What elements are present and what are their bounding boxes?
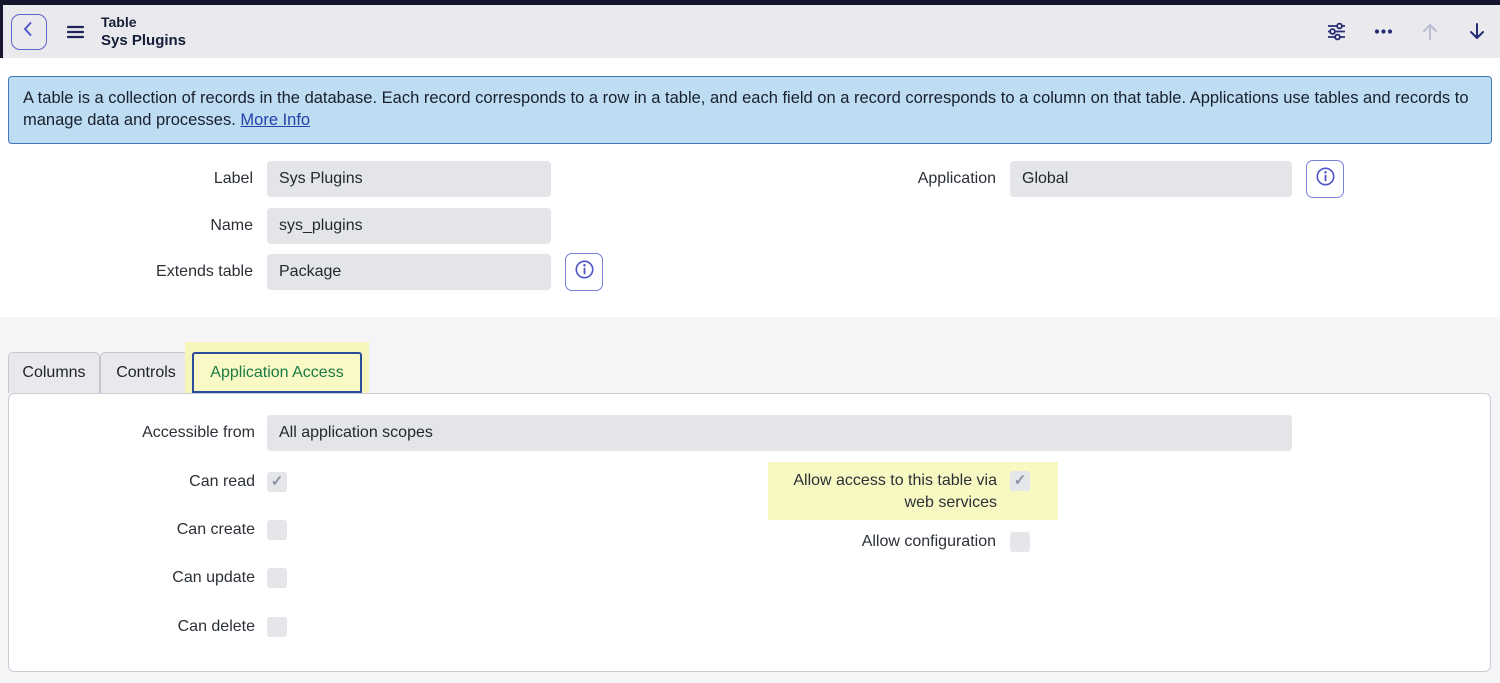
web-services-label: Allow access to this table via web servi… <box>768 470 997 514</box>
allow-configuration-checkbox[interactable]: ✓ <box>1010 532 1030 552</box>
filter-settings-icon[interactable] <box>1325 21 1347 43</box>
accessible-from-field[interactable]: All application scopes <box>267 415 1292 451</box>
allow-configuration-label: Allow configuration <box>709 532 996 552</box>
can-delete-label: Can delete <box>9 617 255 637</box>
arrow-up-icon[interactable] <box>1419 21 1441 43</box>
info-icon <box>1315 166 1336 192</box>
can-create-checkbox[interactable]: ✓ <box>267 520 287 540</box>
info-banner: A table is a collection of records in th… <box>8 76 1492 144</box>
record-type-label: Table <box>101 14 186 31</box>
can-update-label: Can update <box>9 568 255 588</box>
application-field-label: Application <box>743 161 996 197</box>
more-info-link[interactable]: More Info <box>240 111 310 129</box>
label-field[interactable]: Sys Plugins <box>267 161 551 197</box>
form-section: A table is a collection of records in th… <box>0 58 1500 317</box>
application-info-button[interactable] <box>1306 160 1344 198</box>
record-name-label: Sys Plugins <box>101 31 186 50</box>
web-services-highlight: Allow access to this table via web servi… <box>768 462 1058 520</box>
tab-highlight-halo: Application Access <box>185 342 369 393</box>
accessible-from-label: Accessible from <box>9 415 255 451</box>
menu-icon[interactable] <box>65 22 85 42</box>
check-icon: ✓ <box>271 472 284 492</box>
can-create-label: Can create <box>9 520 255 540</box>
tab-section: Columns Controls Application Access Acce… <box>0 317 1500 683</box>
extends-table-info-button[interactable] <box>565 253 603 291</box>
can-read-label: Can read <box>9 472 255 492</box>
application-field[interactable]: Global <box>1010 161 1292 197</box>
label-field-label: Label <box>0 161 253 197</box>
can-update-checkbox[interactable]: ✓ <box>267 568 287 588</box>
info-icon <box>574 259 595 285</box>
name-field-label: Name <box>0 208 253 244</box>
tab-controls[interactable]: Controls <box>100 352 192 393</box>
more-actions-icon[interactable] <box>1372 21 1394 43</box>
back-button[interactable] <box>11 14 47 50</box>
application-access-panel: Accessible from All application scopes C… <box>8 393 1491 672</box>
arrow-down-icon[interactable] <box>1466 21 1488 43</box>
extends-table-field[interactable]: Package <box>267 254 551 290</box>
web-services-checkbox[interactable]: ✓ <box>1010 471 1030 491</box>
page-header: Table Sys Plugins <box>0 5 1500 58</box>
can-read-checkbox[interactable]: ✓ <box>267 472 287 492</box>
tab-columns[interactable]: Columns <box>8 352 100 393</box>
tab-application-access[interactable]: Application Access <box>192 352 362 393</box>
chevron-left-icon <box>18 18 40 45</box>
page-title: Table Sys Plugins <box>101 14 186 50</box>
extends-table-field-label: Extends table <box>0 254 253 290</box>
name-field[interactable]: sys_plugins <box>267 208 551 244</box>
check-icon: ✓ <box>1014 471 1027 491</box>
can-delete-checkbox[interactable]: ✓ <box>267 617 287 637</box>
